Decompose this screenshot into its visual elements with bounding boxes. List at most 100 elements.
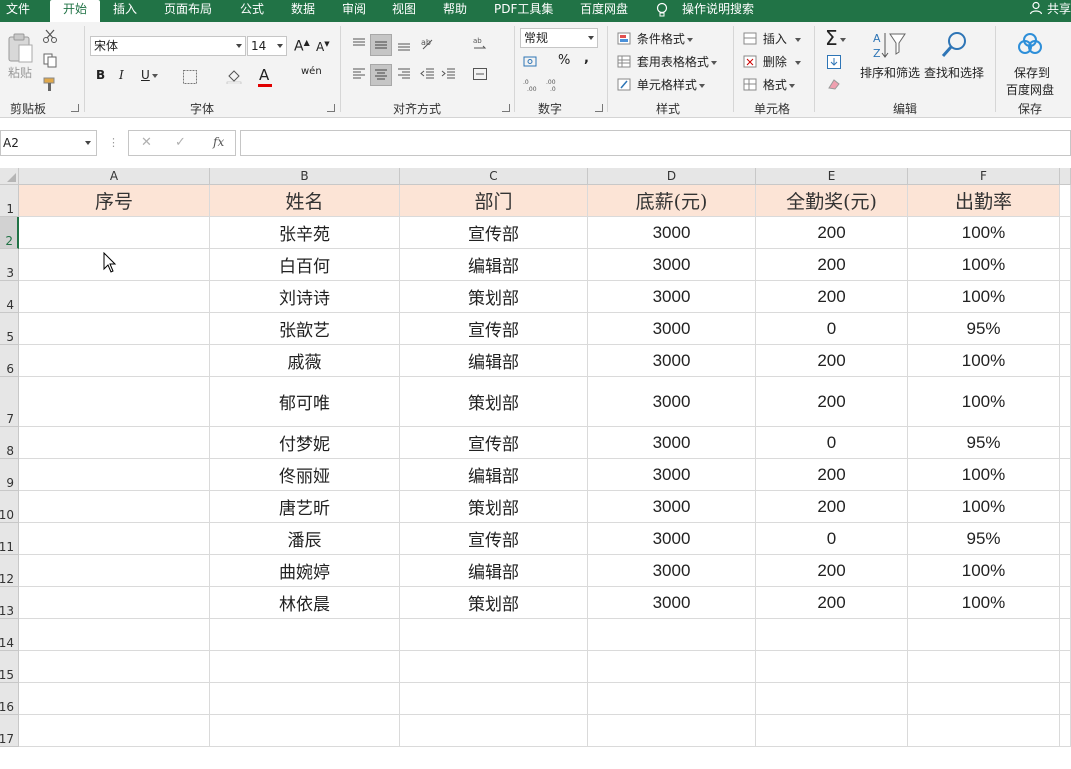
worksheet-grid[interactable]: ABCDEF 1 2 3 4 5 6 7 8 9 10 11 12 13 14 15 16 17 序号 姓名 部门底… (0, 168, 1071, 769)
empty-cell[interactable] (756, 651, 908, 683)
cut-icon[interactable] (42, 28, 58, 44)
format-painter-icon[interactable] (42, 76, 58, 92)
empty-cell[interactable] (210, 683, 400, 715)
table-header-cell[interactable]: 姓名 (210, 185, 400, 217)
table-cell[interactable]: 95% (908, 523, 1060, 555)
orientation-icon[interactable]: ab (420, 36, 436, 52)
row-header-7[interactable]: 7 (0, 377, 19, 427)
align-middle-active[interactable] (370, 34, 392, 56)
table-cell[interactable]: 3000 (588, 377, 756, 427)
table-cell[interactable] (19, 313, 210, 345)
table-cell[interactable]: 刘诗诗 (210, 281, 400, 313)
tab-data[interactable]: 数据 (291, 0, 315, 22)
table-cell[interactable]: 95% (908, 427, 1060, 459)
table-cell[interactable]: 3000 (588, 523, 756, 555)
column-header-b[interactable]: B (210, 168, 400, 185)
row-header-6[interactable]: 6 (0, 345, 19, 377)
align-left-icon[interactable] (351, 66, 367, 82)
number-launcher-icon[interactable] (595, 104, 603, 112)
table-cell[interactable] (19, 377, 210, 427)
table-cell[interactable] (19, 523, 210, 555)
table-cell[interactable] (19, 217, 210, 249)
table-cell[interactable]: 100% (908, 459, 1060, 491)
row-header-3[interactable]: 3 (0, 249, 19, 281)
table-cell[interactable]: 100% (908, 217, 1060, 249)
table-cell[interactable]: 100% (908, 377, 1060, 427)
tab-view[interactable]: 视图 (392, 0, 416, 22)
table-cell[interactable]: 编辑部 (400, 345, 588, 377)
empty-cell[interactable] (19, 619, 210, 651)
find-select-icon[interactable] (940, 30, 970, 60)
increase-indent-icon[interactable] (441, 66, 457, 82)
table-cell[interactable]: 200 (756, 345, 908, 377)
table-cell[interactable]: 3000 (588, 249, 756, 281)
table-cell[interactable] (19, 427, 210, 459)
row-header-1[interactable]: 1 (0, 185, 19, 217)
insert-cells-button[interactable]: 插入 (743, 30, 801, 47)
empty-cell[interactable] (1060, 427, 1071, 459)
column-header-a[interactable]: A (19, 168, 210, 185)
table-cell[interactable]: 95% (908, 313, 1060, 345)
tab-page-layout[interactable]: 页面布局 (164, 0, 212, 22)
table-header-cell[interactable]: 出勤率 (908, 185, 1060, 217)
increase-font-size-icon[interactable]: A▲ (294, 38, 310, 55)
decrease-indent-icon[interactable] (420, 66, 436, 82)
empty-cell[interactable] (1060, 651, 1071, 683)
percent-style-button[interactable]: % (558, 53, 570, 68)
table-cell[interactable]: 策划部 (400, 281, 588, 313)
empty-cell[interactable] (1060, 217, 1071, 249)
empty-cell[interactable] (400, 715, 588, 747)
table-cell[interactable]: 200 (756, 377, 908, 427)
tab-baidu-netdisk[interactable]: 百度网盘 (580, 0, 628, 22)
table-cell[interactable]: 0 (756, 427, 908, 459)
table-cell[interactable]: 100% (908, 491, 1060, 523)
table-cell[interactable]: 宣传部 (400, 217, 588, 249)
row-header-8[interactable]: 8 (0, 427, 19, 459)
empty-cell[interactable] (1060, 587, 1071, 619)
formula-bar-grip[interactable]: ⋮ (108, 136, 119, 149)
empty-cell[interactable] (1060, 249, 1071, 281)
save-to-baidu-button[interactable]: 保存到 百度网盘 (1006, 64, 1054, 98)
align-bottom-icon[interactable] (396, 36, 412, 52)
clipboard-launcher-icon[interactable] (71, 104, 79, 112)
number-format-dropdown[interactable]: 常规 (520, 28, 598, 48)
table-cell[interactable]: 3000 (588, 427, 756, 459)
empty-cell[interactable] (1060, 715, 1071, 747)
row-header-13[interactable]: 13 (0, 587, 19, 619)
italic-button[interactable]: I (119, 68, 124, 82)
find-select-button[interactable]: 查找和选择 (924, 64, 984, 81)
increase-decimal-icon[interactable]: .0.00 (523, 76, 539, 92)
table-cell[interactable]: 0 (756, 523, 908, 555)
formula-input[interactable] (240, 130, 1071, 156)
paste-icon[interactable] (6, 32, 34, 64)
table-cell[interactable]: 郁可唯 (210, 377, 400, 427)
delete-cells-button[interactable]: 删除 (743, 53, 801, 70)
empty-cell[interactable] (210, 715, 400, 747)
table-cell[interactable]: 200 (756, 459, 908, 491)
decrease-decimal-icon[interactable]: .00.0 (546, 76, 562, 92)
table-cell[interactable]: 宣传部 (400, 427, 588, 459)
empty-cell[interactable] (908, 651, 1060, 683)
empty-cell[interactable] (210, 651, 400, 683)
tab-pdf-tools[interactable]: PDF工具集 (494, 0, 553, 22)
table-cell[interactable] (19, 587, 210, 619)
empty-cell[interactable] (756, 715, 908, 747)
table-cell[interactable]: 策划部 (400, 377, 588, 427)
select-all-button[interactable] (0, 168, 19, 185)
paste-button[interactable]: 粘贴 (8, 64, 32, 81)
alignment-launcher-icon[interactable] (502, 104, 510, 112)
row-header-2[interactable]: 2 (0, 217, 19, 249)
table-cell[interactable]: 3000 (588, 555, 756, 587)
table-cell[interactable]: 200 (756, 555, 908, 587)
table-cell[interactable]: 编辑部 (400, 249, 588, 281)
row-header-17[interactable]: 17 (0, 715, 19, 747)
empty-cell[interactable] (1060, 345, 1071, 377)
table-cell[interactable]: 白百何 (210, 249, 400, 281)
fill-down-icon[interactable] (826, 54, 842, 70)
column-header-d[interactable]: D (588, 168, 756, 185)
tab-insert[interactable]: 插入 (113, 0, 137, 22)
row-header-5[interactable]: 5 (0, 313, 19, 345)
font-launcher-icon[interactable] (327, 104, 335, 112)
comma-style-button[interactable]: , (584, 51, 589, 66)
empty-cell[interactable] (1060, 619, 1071, 651)
